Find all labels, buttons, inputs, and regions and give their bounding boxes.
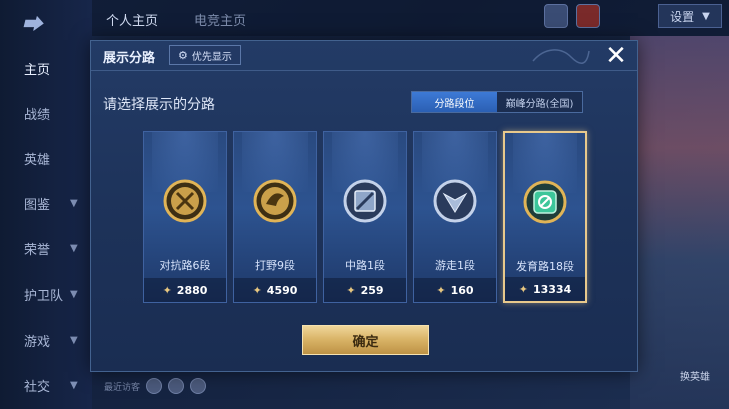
recent-visitors-label: 最近访客 xyxy=(104,382,141,393)
chevron-down-icon: ▼ xyxy=(70,288,78,300)
sidebar-item-label: 主页 xyxy=(24,62,51,78)
close-icon: ✕ xyxy=(605,41,627,71)
settings-button[interactable]: 设置 ▼ xyxy=(658,4,722,28)
change-hero-button[interactable]: 换英雄 xyxy=(680,368,710,383)
dialog-header: 展示分路 ⚙ 优先显示 ✕ xyxy=(91,41,637,71)
avatar[interactable] xyxy=(190,378,207,394)
lane-label: 中路1段 xyxy=(345,259,385,272)
avatar[interactable] xyxy=(576,4,600,28)
sidebar-item-records[interactable]: 战绩 xyxy=(0,98,92,128)
jungle-icon xyxy=(253,179,297,223)
dialog-title: 展示分路 xyxy=(103,51,156,66)
sidebar-item-label: 护卫队 xyxy=(24,288,64,304)
confirm-button[interactable]: 确定 xyxy=(302,325,429,355)
lane-label: 发育路18段 xyxy=(516,260,574,273)
mid-lane-icon xyxy=(343,179,387,223)
lane-score: ✦ 259 xyxy=(324,278,406,302)
lane-score: ✦ 160 xyxy=(414,278,496,302)
lane-label: 对抗路6段 xyxy=(159,259,211,272)
tab-profile[interactable]: 个人主页 xyxy=(106,10,158,29)
lane-score: ✦ 2880 xyxy=(144,278,226,302)
priority-display-button[interactable]: ⚙ 优先显示 xyxy=(169,45,241,65)
score-icon: ✦ xyxy=(252,283,262,297)
sidebar-item-label: 战绩 xyxy=(24,107,51,123)
tab-esports[interactable]: 电竞主页 xyxy=(194,10,246,29)
sidebar-item-guard[interactable]: 护卫队 ▼ xyxy=(0,279,92,309)
score-icon: ✦ xyxy=(518,282,528,296)
dialog-subtitle: 请选择展示的分路 xyxy=(103,97,215,113)
sidebar-item-codex[interactable]: 图鉴 ▼ xyxy=(0,188,92,218)
avatar[interactable] xyxy=(544,4,568,28)
lane-label: 打野9段 xyxy=(255,259,295,272)
sidebar-item-label: 社交 xyxy=(24,379,51,395)
score-icon: ✦ xyxy=(162,283,172,297)
avatar[interactable] xyxy=(146,378,163,394)
tab-lane-rank[interactable]: 分路段位 xyxy=(412,92,497,112)
sidebar: ⮕ 主页 战绩 英雄 图鉴 ▼ 荣誉 ▼ 护卫队 ▼ 游戏 ▼ 社交 ▼ xyxy=(0,0,92,409)
clash-lane-icon xyxy=(163,179,207,223)
close-button[interactable]: ✕ xyxy=(601,43,631,69)
top-bar: 个人主页 电竞主页 xyxy=(92,0,729,36)
lane-cards: 对抗路6段 ✦ 2880 打野9段 ✦ 4590 中路1段 ✦ 259 游走1段… xyxy=(143,131,589,303)
lane-card-mid[interactable]: 中路1段 ✦ 259 xyxy=(323,131,407,303)
app-logo-icon: ⮕ xyxy=(22,12,42,36)
lane-score-value: 4590 xyxy=(266,283,298,297)
settings-label: 设置 xyxy=(670,9,695,24)
hero-artwork xyxy=(630,36,729,409)
sidebar-item-games[interactable]: 游戏 ▼ xyxy=(0,325,92,355)
chevron-down-icon: ▼ xyxy=(70,379,78,391)
priority-display-label: 优先显示 xyxy=(191,51,232,63)
sidebar-item-honor[interactable]: 荣誉 ▼ xyxy=(0,233,92,263)
sidebar-item-label: 图鉴 xyxy=(24,197,51,213)
roam-icon xyxy=(433,179,477,223)
chevron-down-icon: ▼ xyxy=(70,197,78,209)
recent-visitors: 最近访客 xyxy=(104,378,207,394)
sidebar-item-label: 游戏 xyxy=(24,334,51,350)
gear-icon: ⚙ xyxy=(178,48,188,62)
avatar[interactable] xyxy=(168,378,185,394)
sidebar-item-home[interactable]: 主页 xyxy=(0,53,92,83)
lane-card-jungle[interactable]: 打野9段 ✦ 4590 xyxy=(233,131,317,303)
lane-score-value: 160 xyxy=(450,283,474,297)
score-icon: ✦ xyxy=(346,283,356,297)
farm-lane-icon xyxy=(523,180,567,224)
decorative-swirl-icon xyxy=(532,49,590,64)
score-icon: ✦ xyxy=(436,283,446,297)
sidebar-item-social[interactable]: 社交 ▼ xyxy=(0,370,92,400)
lane-score-value: 259 xyxy=(360,283,384,297)
lane-score: ✦ 4590 xyxy=(234,278,316,302)
tab-peak-lane[interactable]: 巅峰分路(全国) xyxy=(497,92,582,112)
lane-card-clash[interactable]: 对抗路6段 ✦ 2880 xyxy=(143,131,227,303)
sidebar-item-label: 荣誉 xyxy=(24,242,51,258)
sidebar-item-heroes[interactable]: 英雄 xyxy=(0,143,92,173)
chevron-down-icon: ▼ xyxy=(70,334,78,346)
sidebar-item-label: 英雄 xyxy=(24,152,51,168)
lane-score-value: 13334 xyxy=(532,282,572,296)
lane-card-farm[interactable]: 发育路18段 ✦ 13334 xyxy=(503,131,587,303)
chevron-down-icon: ▼ xyxy=(70,242,78,254)
lane-label: 游走1段 xyxy=(435,259,475,272)
lane-mode-tabs: 分路段位 巅峰分路(全国) xyxy=(411,91,583,113)
lane-card-roam[interactable]: 游走1段 ✦ 160 xyxy=(413,131,497,303)
lane-score: ✦ 13334 xyxy=(505,277,585,301)
lane-score-value: 2880 xyxy=(176,283,208,297)
lane-display-dialog: 展示分路 ⚙ 优先显示 ✕ 请选择展示的分路 分路段位 巅峰分路(全国) 对抗路… xyxy=(90,40,638,372)
chevron-down-icon: ▼ xyxy=(702,10,710,22)
